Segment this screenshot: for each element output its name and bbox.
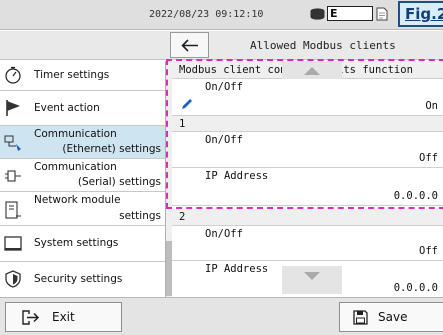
client1-ip-row[interactable]: IP Address 0.0.0.0: [172, 168, 443, 206]
sidebar-item-event-action[interactable]: Event action: [0, 91, 165, 126]
exit-label: Exit: [52, 310, 75, 324]
sidebar-item-label: Security settings: [34, 273, 123, 285]
sidebar: Timer settings Event action Communicatio…: [0, 61, 166, 297]
sidebar-item-network-module[interactable]: Network module settings: [0, 192, 165, 226]
edit-pencil-icon: [182, 99, 192, 109]
page-title: Allowed Modbus clients: [250, 39, 396, 52]
field-value: Off: [419, 245, 438, 257]
back-button[interactable]: [170, 32, 209, 58]
document-icon: [376, 7, 388, 21]
client-index: 1: [179, 118, 186, 130]
sidebar-item-communication-serial[interactable]: Communication (Serial) settings: [0, 159, 165, 192]
client1-onoff-row[interactable]: On/Off Off: [172, 132, 443, 168]
sidebar-item-sublabel: (Serial) settings: [77, 176, 161, 188]
status-bar: 2022/08/23 09:12:10 E Fig.2: [0, 0, 443, 30]
field-label: On/Off: [205, 134, 243, 146]
sidebar-item-label: Communication: [34, 128, 117, 140]
save-icon: [353, 310, 368, 325]
exit-button[interactable]: Exit: [5, 302, 122, 332]
storage-label: E: [330, 7, 338, 20]
scroll-up-button[interactable]: [282, 61, 342, 79]
ethernet-icon: [4, 135, 21, 151]
client-index-header: 1: [172, 116, 443, 132]
field-value: 0.0.0.0: [393, 282, 438, 294]
stopwatch-icon: [5, 66, 21, 84]
datetime-display: 2022/08/23 09:12:10: [149, 9, 264, 20]
storage-media-indicator: E: [327, 6, 373, 21]
field-label: IP Address: [205, 170, 269, 182]
footer-bar: Exit Save: [0, 297, 443, 335]
save-label: Save: [378, 310, 408, 324]
sidebar-item-system-settings[interactable]: System settings: [0, 226, 165, 262]
field-label: IP Address: [205, 263, 269, 275]
client-index: 2: [179, 211, 186, 223]
save-button[interactable]: Save: [339, 302, 443, 332]
field-label: On/Off: [205, 81, 243, 93]
field-value: Off: [419, 152, 438, 164]
storage-icon: [310, 8, 325, 20]
sidebar-item-label: Communication: [34, 161, 117, 173]
sidebar-item-timer-settings[interactable]: Timer settings: [0, 61, 165, 91]
sidebar-item-sublabel: settings: [119, 210, 161, 222]
scroll-down-button[interactable]: [282, 266, 342, 294]
settings-list: Modbus client connect limits function On…: [172, 61, 443, 297]
sidebar-item-security-settings[interactable]: Security settings: [0, 262, 165, 297]
sidebar-item-sublabel: (Ethernet) settings: [62, 143, 161, 155]
triangle-up-icon: [304, 67, 320, 75]
exit-icon: [22, 310, 40, 325]
monitor-icon: [4, 236, 22, 251]
field-value: 0.0.0.0: [393, 190, 438, 202]
triangle-down-icon: [304, 272, 320, 280]
client-index-header: 2: [172, 209, 443, 226]
field-value: On: [425, 100, 438, 112]
flag-icon: [6, 100, 20, 116]
sidebar-item-communication-ethernet[interactable]: Communication (Ethernet) settings: [0, 126, 165, 159]
shield-icon: [5, 270, 21, 288]
sidebar-item-label: System settings: [34, 237, 119, 249]
title-bar: Allowed Modbus clients: [0, 31, 443, 60]
client2-onoff-row[interactable]: On/Off Off: [172, 226, 443, 261]
back-arrow-icon: [181, 39, 198, 52]
network-module-icon: [5, 201, 21, 219]
sidebar-item-label: Timer settings: [34, 69, 110, 81]
field-label: On/Off: [205, 228, 243, 240]
serial-plug-icon: [5, 170, 21, 182]
sidebar-item-label: Network module: [34, 194, 121, 206]
sidebar-item-label: Event action: [34, 102, 100, 114]
function-onoff-row[interactable]: On/Off On: [172, 79, 443, 116]
figure-label: Fig.2: [398, 1, 443, 27]
